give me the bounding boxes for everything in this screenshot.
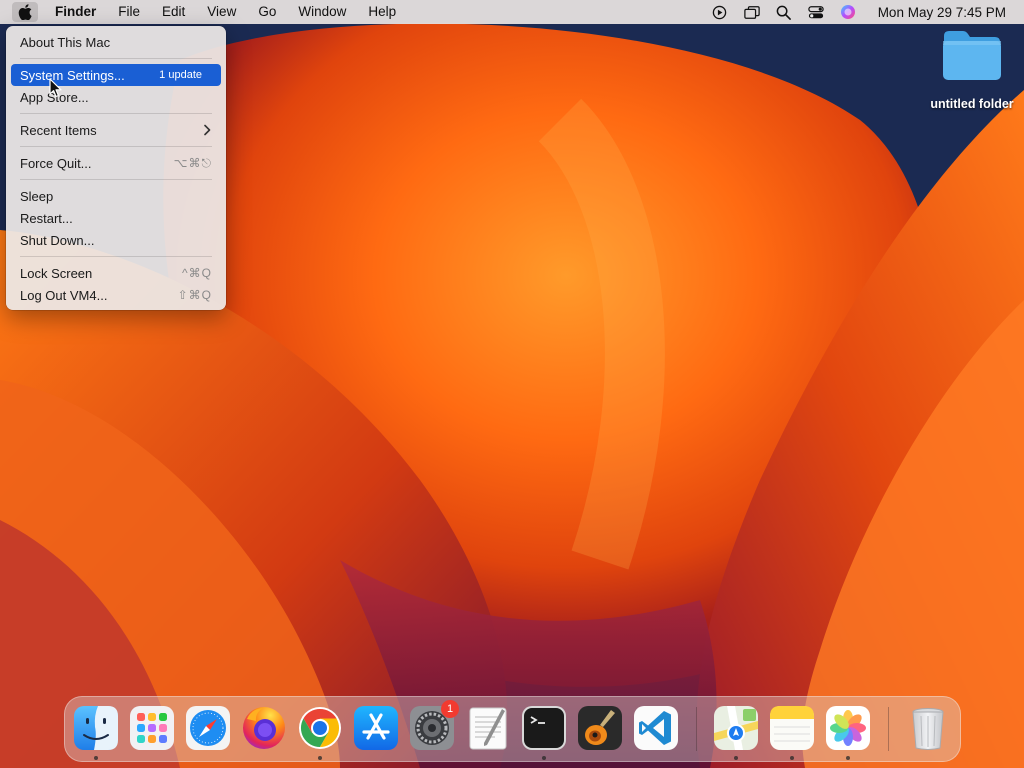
desktop-folder-name: untitled folder [930, 97, 1014, 111]
firefox-icon [243, 707, 285, 749]
desktop-folder[interactable]: untitled folder [926, 28, 1018, 111]
keyboard-shortcut: ^⌘Q [182, 266, 212, 280]
update-badge: 1 update [159, 69, 202, 81]
menu-item-recent-items[interactable]: Recent Items [11, 119, 221, 141]
menu-item-label: Force Quit... [20, 155, 92, 171]
menu-separator [20, 179, 212, 180]
dock-garageband[interactable] [577, 705, 623, 751]
trash-icon [912, 708, 944, 750]
dock-finder[interactable] [73, 705, 119, 760]
notes-icon [770, 706, 814, 750]
menu-file[interactable]: File [107, 0, 151, 24]
running-indicator [734, 756, 738, 760]
dock-safari[interactable] [185, 705, 231, 751]
menu-separator [20, 146, 212, 147]
dock-app-store[interactable] [353, 705, 399, 751]
textedit-icon [469, 707, 507, 750]
notification-badge: 1 [441, 700, 459, 718]
menu-view[interactable]: View [196, 0, 247, 24]
dock-maps[interactable] [713, 705, 759, 760]
menu-item-restart[interactable]: Restart... [11, 207, 221, 229]
control-center-icon[interactable] [807, 4, 824, 20]
dock-visual-studio-code[interactable] [633, 705, 679, 751]
menu-item-label: Recent Items [20, 122, 97, 138]
menu-help[interactable]: Help [357, 0, 407, 24]
dock-system-settings[interactable]: 1 [409, 700, 459, 751]
dock-separator [888, 707, 889, 751]
running-indicator [846, 756, 850, 760]
menu-item-lock-screen[interactable]: Lock Screen ^⌘Q [11, 262, 221, 284]
menu-item-sleep[interactable]: Sleep [11, 185, 221, 207]
dock-notes[interactable] [769, 705, 815, 760]
spotlight-search-icon[interactable] [776, 4, 792, 20]
menu-item-about-this-mac[interactable]: About This Mac [11, 31, 221, 53]
running-indicator [318, 756, 322, 760]
menu-item-label: Sleep [20, 188, 54, 204]
menu-item-label: About This Mac [20, 34, 111, 50]
chevron-right-icon [204, 124, 211, 136]
apple-menu-icon[interactable] [12, 2, 38, 22]
menu-go[interactable]: Go [247, 0, 287, 24]
menu-edit[interactable]: Edit [151, 0, 196, 24]
vscode-icon [634, 706, 678, 750]
dock-google-chrome[interactable] [297, 705, 343, 760]
dock-terminal[interactable] [521, 705, 567, 760]
dock-separator [696, 707, 697, 751]
terminal-icon [522, 706, 566, 750]
chrome-icon [299, 707, 341, 749]
menu-item-label: Restart... [20, 210, 73, 226]
menu-item-label: Log Out VM4... [20, 287, 108, 303]
siri-icon[interactable] [840, 4, 856, 20]
maps-icon [714, 706, 758, 750]
menu-item-system-settings[interactable]: System Settings... 1 update [11, 64, 221, 86]
launchpad-icon [130, 706, 174, 750]
screen-recording-icon[interactable] [712, 4, 728, 20]
keyboard-shortcut: ⌥⌘⎋ [173, 155, 212, 170]
folder-icon [943, 31, 1001, 80]
dock-trash[interactable] [905, 705, 951, 751]
menu-separator [20, 113, 212, 114]
menu-bar: Finder File Edit View Go Window Help Mon… [0, 0, 1024, 24]
app-store-icon [354, 706, 398, 750]
running-indicator [790, 756, 794, 760]
menu-bar-clock[interactable]: Mon May 29 7:45 PM [878, 5, 1006, 20]
apple-menu-dropdown: About This Mac System Settings... 1 upda… [6, 26, 226, 310]
menu-finder[interactable]: Finder [44, 0, 107, 24]
running-indicator [542, 756, 546, 760]
screen-mirroring-icon[interactable] [743, 4, 760, 20]
dock-launchpad[interactable] [129, 705, 175, 751]
photos-icon [826, 706, 870, 750]
menu-item-force-quit[interactable]: Force Quit... ⌥⌘⎋ [11, 152, 221, 174]
dock-photos[interactable] [825, 705, 871, 760]
menu-window[interactable]: Window [287, 0, 357, 24]
finder-icon [74, 706, 118, 750]
running-indicator [94, 756, 98, 760]
safari-icon [186, 706, 230, 750]
mouse-pointer-icon [49, 78, 62, 98]
garageband-icon [578, 706, 622, 750]
menu-separator [20, 58, 212, 59]
dock: 1 [64, 696, 961, 762]
menu-separator [20, 256, 212, 257]
dock-textedit[interactable] [465, 705, 511, 751]
menu-item-label: Lock Screen [20, 265, 93, 281]
dock-firefox[interactable] [241, 705, 287, 751]
menu-item-app-store[interactable]: App Store... [11, 86, 221, 108]
menu-item-log-out[interactable]: Log Out VM4... ⇧⌘Q [11, 284, 221, 306]
menu-item-label: System Settings... [20, 67, 125, 83]
menu-item-shut-down[interactable]: Shut Down... [11, 229, 221, 251]
menu-item-label: Shut Down... [20, 232, 95, 248]
keyboard-shortcut: ⇧⌘Q [177, 288, 212, 302]
